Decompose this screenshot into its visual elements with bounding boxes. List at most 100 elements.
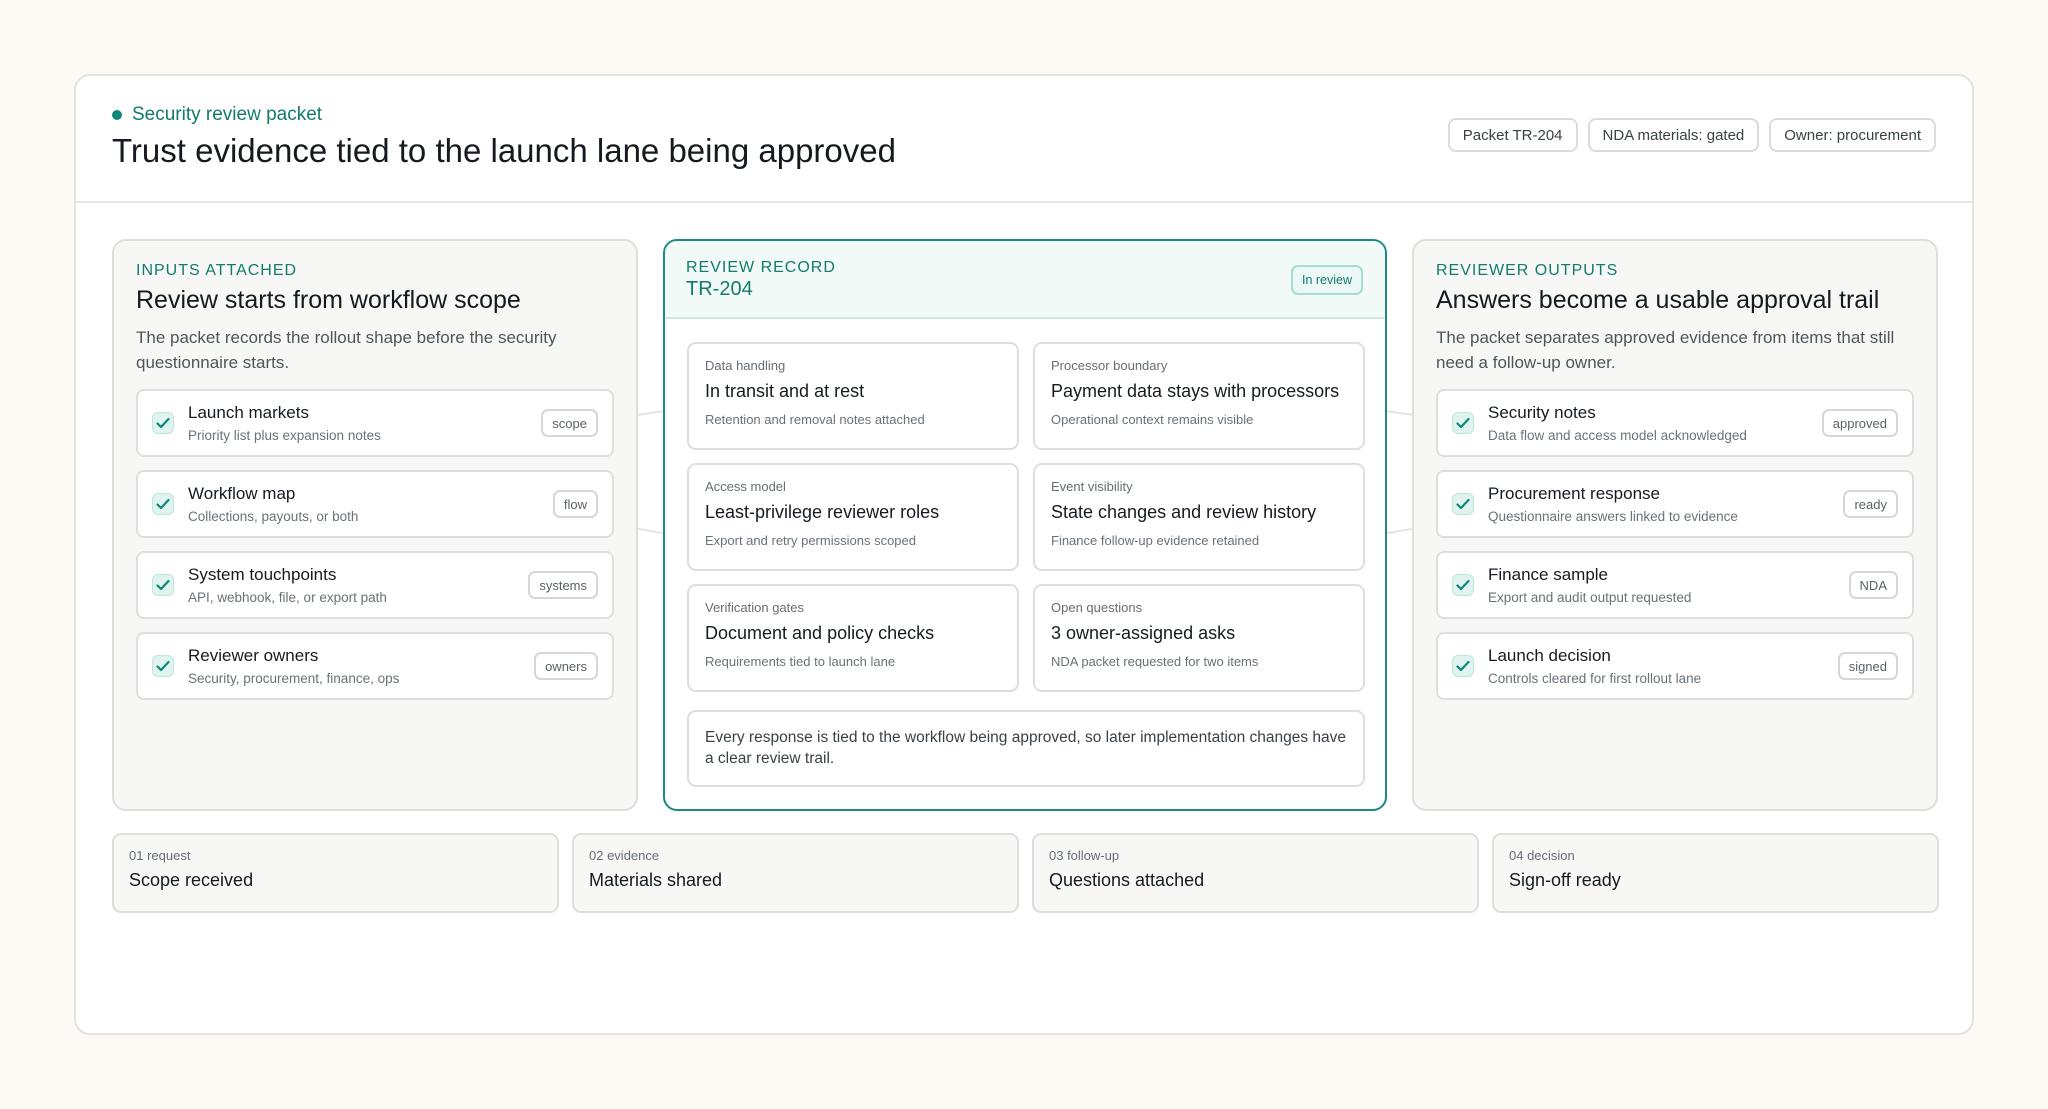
item-tag: flow <box>552 490 598 518</box>
check-icon <box>152 655 174 677</box>
record-card-open-questions[interactable]: Open questions 3 owner-assigned asks NDA… <box>1033 584 1365 692</box>
card-label: Access model <box>705 479 786 494</box>
item-subtitle: Priority list plus expansion notes <box>188 428 381 443</box>
check-icon <box>152 574 174 596</box>
inputs-title: Review starts from workflow scope <box>136 286 521 314</box>
step-title: Scope received <box>129 870 254 890</box>
item-tag: scope <box>541 409 598 437</box>
item-tag: NDA <box>1848 571 1898 599</box>
output-item-finance-sample[interactable]: Finance sample Export and audit output r… <box>1436 551 1914 619</box>
item-title: Launch decision <box>1488 646 1611 665</box>
item-title: System touchpoints <box>188 565 337 584</box>
item-subtitle: Questionnaire answers linked to evidence <box>1488 509 1738 524</box>
record-card-data-handling[interactable]: Data handling In transit and at rest Ret… <box>687 342 1019 450</box>
check-icon <box>152 412 174 434</box>
check-icon <box>1452 412 1474 434</box>
output-item-security-notes[interactable]: Security notes Data flow and access mode… <box>1436 389 1914 457</box>
step-number: 03 follow-up <box>1049 848 1120 863</box>
item-tag: approved <box>1821 409 1898 437</box>
inputs-list: Launch markets Priority list plus expans… <box>136 389 614 700</box>
outputs-panel: REVIEWER OUTPUTS Answers become a usable… <box>1412 239 1938 811</box>
inputs-lead: The packet records the rollout shape bef… <box>136 328 557 372</box>
item-subtitle: Collections, payouts, or both <box>188 509 359 524</box>
card-label: Open questions <box>1051 600 1143 615</box>
check-icon <box>1452 574 1474 596</box>
card-label: Data handling <box>705 358 786 373</box>
chip-nda-status: NDA materials: gated <box>1587 118 1760 152</box>
status-badge: In review <box>1290 265 1363 295</box>
review-record-grid: Data handling In transit and at rest Ret… <box>687 342 1365 692</box>
card-subtitle: Export and retry permissions scoped <box>705 533 916 548</box>
inputs-kicker: INPUTS ATTACHED <box>136 262 298 279</box>
step-title: Sign-off ready <box>1509 870 1621 890</box>
item-tag: owners <box>534 652 598 680</box>
outputs-lead: The packet separates approved evidence f… <box>1436 328 1895 372</box>
item-title: Finance sample <box>1488 565 1609 584</box>
step-title: Materials shared <box>589 870 723 890</box>
packet-eyebrow: Security review packet <box>112 104 322 126</box>
process-steps: 01 request Scope received 02 evidence Ma… <box>112 833 1939 913</box>
review-record-panel: REVIEW RECORD TR-204 In review Data hand… <box>663 239 1387 811</box>
item-subtitle: Data flow and access model acknowledged <box>1488 428 1747 443</box>
header-chips: Packet TR-204 NDA materials: gated Owner… <box>1447 118 1936 152</box>
record-card-access-model[interactable]: Access model Least-privilege reviewer ro… <box>687 463 1019 571</box>
card-title: Document and policy checks <box>705 623 935 643</box>
item-title: Reviewer owners <box>188 646 319 665</box>
record-card-verification-gates[interactable]: Verification gates Document and policy c… <box>687 584 1019 692</box>
step-number: 01 request <box>129 848 191 863</box>
review-record-kicker: REVIEW RECORD <box>686 259 836 276</box>
record-card-processor-boundary[interactable]: Processor boundary Payment data stays wi… <box>1033 342 1365 450</box>
page-title: Trust evidence tied to the launch lane b… <box>112 132 896 169</box>
card-subtitle: Requirements tied to launch lane <box>705 654 896 669</box>
step-number: 02 evidence <box>589 848 660 863</box>
step-request[interactable]: 01 request Scope received <box>112 833 559 913</box>
step-follow-up[interactable]: 03 follow-up Questions attached <box>1032 833 1479 913</box>
item-title: Procurement response <box>1488 484 1660 503</box>
outputs-list: Security notes Data flow and access mode… <box>1436 389 1914 700</box>
connector-line <box>1387 527 1412 535</box>
item-title: Workflow map <box>188 484 296 503</box>
card-subtitle: NDA packet requested for two items <box>1051 654 1259 669</box>
connector-line <box>1386 410 1413 416</box>
review-packet-frame: Security review packet Trust evidence ti… <box>74 74 1974 1035</box>
card-subtitle: Operational context remains visible <box>1051 412 1254 427</box>
outputs-kicker: REVIEWER OUTPUTS <box>1436 262 1619 279</box>
step-number: 04 decision <box>1509 848 1575 863</box>
chip-owner: Owner: procurement <box>1769 118 1936 152</box>
input-item-launch-markets[interactable]: Launch markets Priority list plus expans… <box>136 389 614 457</box>
outputs-title: Answers become a usable approval trail <box>1436 286 1880 314</box>
connector-line <box>638 527 663 535</box>
check-icon <box>1452 493 1474 515</box>
chip-packet-id: Packet TR-204 <box>1447 118 1578 152</box>
step-title: Questions attached <box>1049 870 1205 890</box>
card-title: 3 owner-assigned asks <box>1051 623 1236 643</box>
item-tag: ready <box>1843 490 1898 518</box>
input-item-system-touchpoints[interactable]: System touchpoints API, webhook, file, o… <box>136 551 614 619</box>
item-subtitle: Controls cleared for first rollout lane <box>1488 671 1702 686</box>
item-title: Security notes <box>1488 403 1596 422</box>
item-tag: systems <box>528 571 598 599</box>
item-tag: signed <box>1837 652 1898 680</box>
item-subtitle: Export and audit output requested <box>1488 590 1692 605</box>
status-dot-icon <box>112 110 122 120</box>
card-label: Verification gates <box>705 600 805 615</box>
check-icon <box>152 493 174 515</box>
check-icon <box>1452 655 1474 677</box>
review-trail-note: Every response is tied to the workflow b… <box>687 710 1365 787</box>
output-item-launch-decision[interactable]: Launch decision Controls cleared for fir… <box>1436 632 1914 700</box>
card-label: Processor boundary <box>1051 358 1168 373</box>
input-item-reviewer-owners[interactable]: Reviewer owners Security, procurement, f… <box>136 632 614 700</box>
step-decision[interactable]: 04 decision Sign-off ready <box>1492 833 1939 913</box>
record-card-event-visibility[interactable]: Event visibility State changes and revie… <box>1033 463 1365 571</box>
connector-line <box>637 410 664 416</box>
card-title: Payment data stays with processors <box>1051 381 1340 401</box>
step-evidence[interactable]: 02 evidence Materials shared <box>572 833 1019 913</box>
review-record-id: TR-204 <box>686 278 753 300</box>
card-label: Event visibility <box>1051 479 1133 494</box>
item-subtitle: API, webhook, file, or export path <box>188 590 387 605</box>
input-item-workflow-map[interactable]: Workflow map Collections, payouts, or bo… <box>136 470 614 538</box>
card-subtitle: Finance follow-up evidence retained <box>1051 533 1260 548</box>
review-record-header: REVIEW RECORD TR-204 In review <box>665 241 1385 319</box>
eyebrow-label: Security review packet <box>132 104 323 125</box>
output-item-procurement-response[interactable]: Procurement response Questionnaire answe… <box>1436 470 1914 538</box>
